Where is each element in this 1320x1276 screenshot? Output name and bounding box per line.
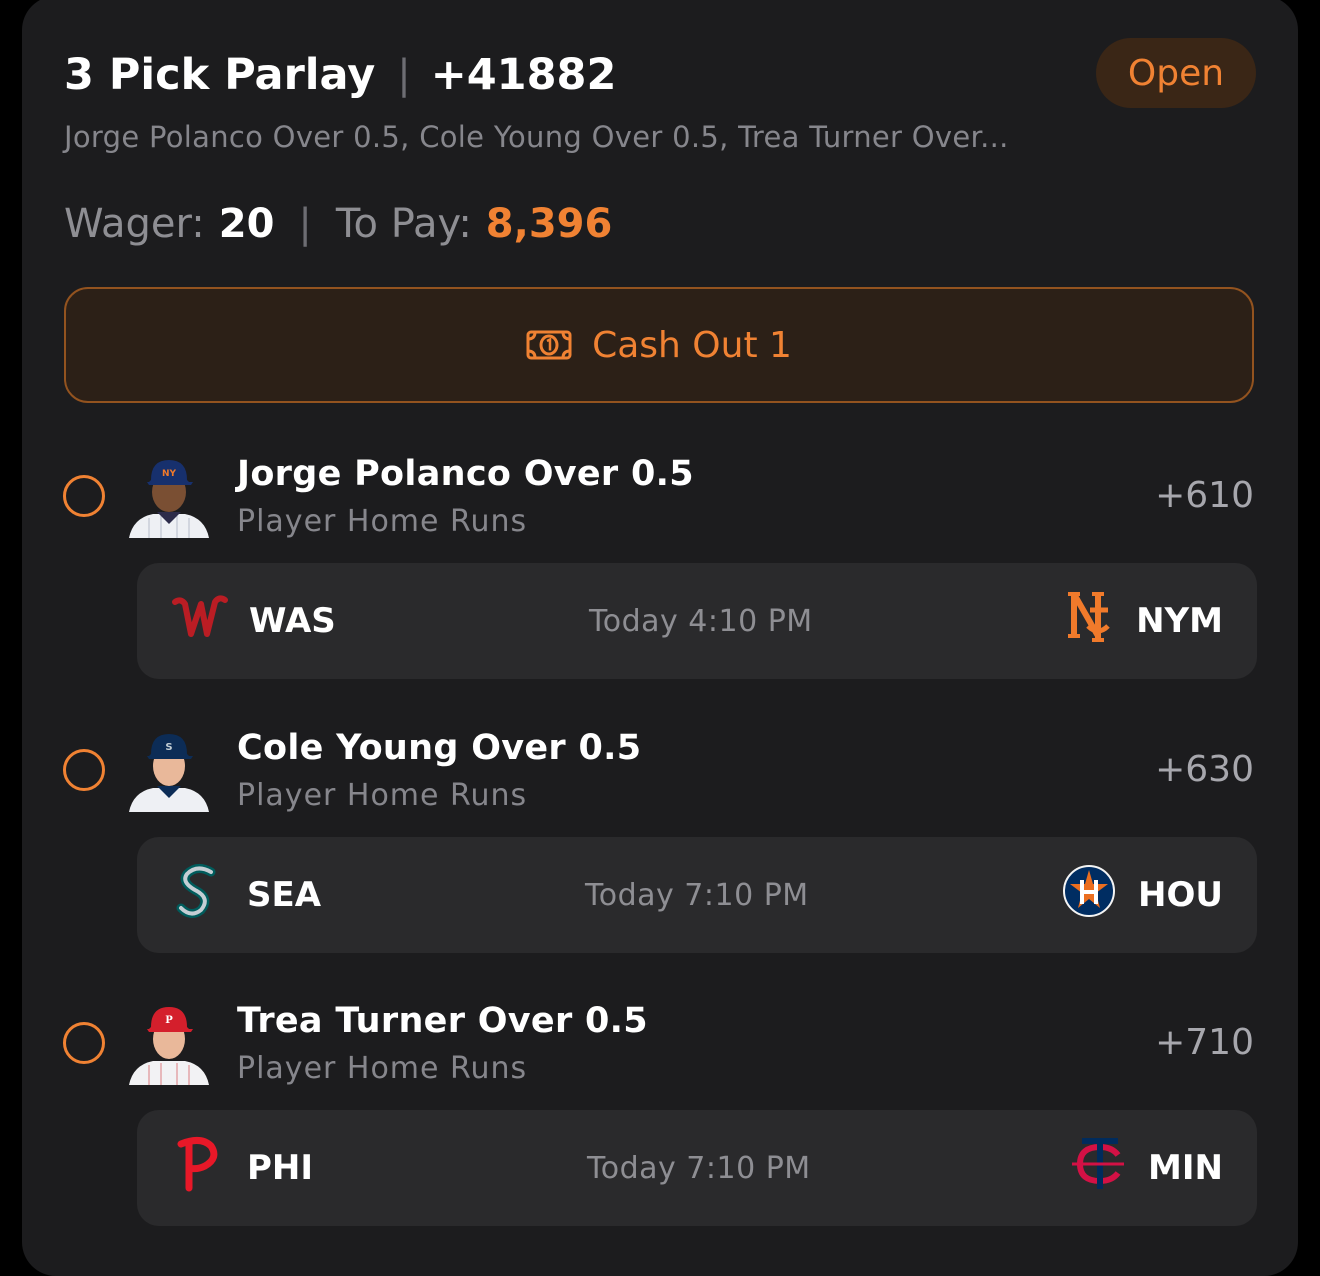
game-time: Today 4:10 PM <box>589 603 813 639</box>
leg-status-circle <box>63 749 105 791</box>
away-team-abbr: PHI <box>247 1148 314 1188</box>
game-time: Today 7:10 PM <box>587 1150 811 1186</box>
game-matchup[interactable]: SEA Today 7:10 PM HOU <box>137 837 1257 953</box>
parlay-summary: Jorge Polanco Over 0.5, Cole Young Over … <box>64 120 1009 154</box>
wager-divider: | <box>298 201 312 247</box>
leg-odds: +630 <box>1155 749 1254 790</box>
home-team: HOU <box>1062 837 1223 953</box>
to-pay-label: To Pay: <box>335 201 472 247</box>
market-label: Player Home Runs <box>237 778 528 813</box>
home-team-abbr: NYM <box>1136 601 1223 641</box>
away-team-abbr: SEA <box>247 875 322 915</box>
away-team: SEA <box>171 837 321 953</box>
home-team-abbr: HOU <box>1138 875 1223 915</box>
nationals-logo-icon <box>171 588 229 655</box>
cash-out-button[interactable]: Cash Out 1 <box>64 287 1254 403</box>
leg-status-circle <box>63 1022 105 1064</box>
leg-odds: +710 <box>1155 1022 1254 1063</box>
to-pay-value: 8,396 <box>485 201 613 247</box>
money-bill-icon <box>526 330 572 360</box>
title-row: 3 Pick Parlay | +41882 <box>64 42 616 108</box>
home-team: MIN <box>1070 1110 1223 1226</box>
away-team: PHI <box>171 1110 313 1226</box>
home-team: NYM <box>1068 563 1223 679</box>
wager-row: Wager: 20 | To Pay: 8,396 <box>64 196 612 252</box>
leg-odds: +610 <box>1155 475 1254 516</box>
game-matchup[interactable]: WAS Today 4:10 PM NYM <box>137 563 1257 679</box>
player-headshot-avatar: S <box>129 734 209 812</box>
pick-title: Cole Young Over 0.5 <box>237 728 642 768</box>
title-divider: | <box>397 52 411 98</box>
pick-title: Trea Turner Over 0.5 <box>237 1001 648 1041</box>
status-badge: Open <box>1096 38 1256 108</box>
phillies-logo-icon <box>171 1134 227 1203</box>
leg-status-circle <box>63 475 105 517</box>
home-team-abbr: MIN <box>1148 1148 1223 1188</box>
twins-logo-icon <box>1070 1135 1126 1202</box>
away-team: WAS <box>171 563 336 679</box>
svg-text:NY: NY <box>162 469 177 479</box>
mariners-logo-icon <box>171 862 227 929</box>
parlay-title: 3 Pick Parlay <box>64 50 376 100</box>
market-label: Player Home Runs <box>237 1051 528 1086</box>
astros-logo-icon <box>1062 864 1116 927</box>
wager-label: Wager: <box>64 201 205 247</box>
player-headshot-avatar: P <box>129 1007 209 1085</box>
away-team-abbr: WAS <box>249 601 336 641</box>
game-matchup[interactable]: PHI Today 7:10 PM MIN <box>137 1110 1257 1226</box>
pick-title: Jorge Polanco Over 0.5 <box>237 454 694 494</box>
game-time: Today 7:10 PM <box>585 877 809 913</box>
market-label: Player Home Runs <box>237 504 528 539</box>
parlay-odds: +41882 <box>430 50 617 100</box>
player-headshot-avatar: NY <box>129 460 209 538</box>
wager-value: 20 <box>218 201 275 247</box>
mets-logo-icon <box>1068 586 1114 657</box>
svg-text:S: S <box>165 742 172 753</box>
svg-text:P: P <box>165 1015 173 1026</box>
cash-out-label: Cash Out 1 <box>592 324 792 366</box>
